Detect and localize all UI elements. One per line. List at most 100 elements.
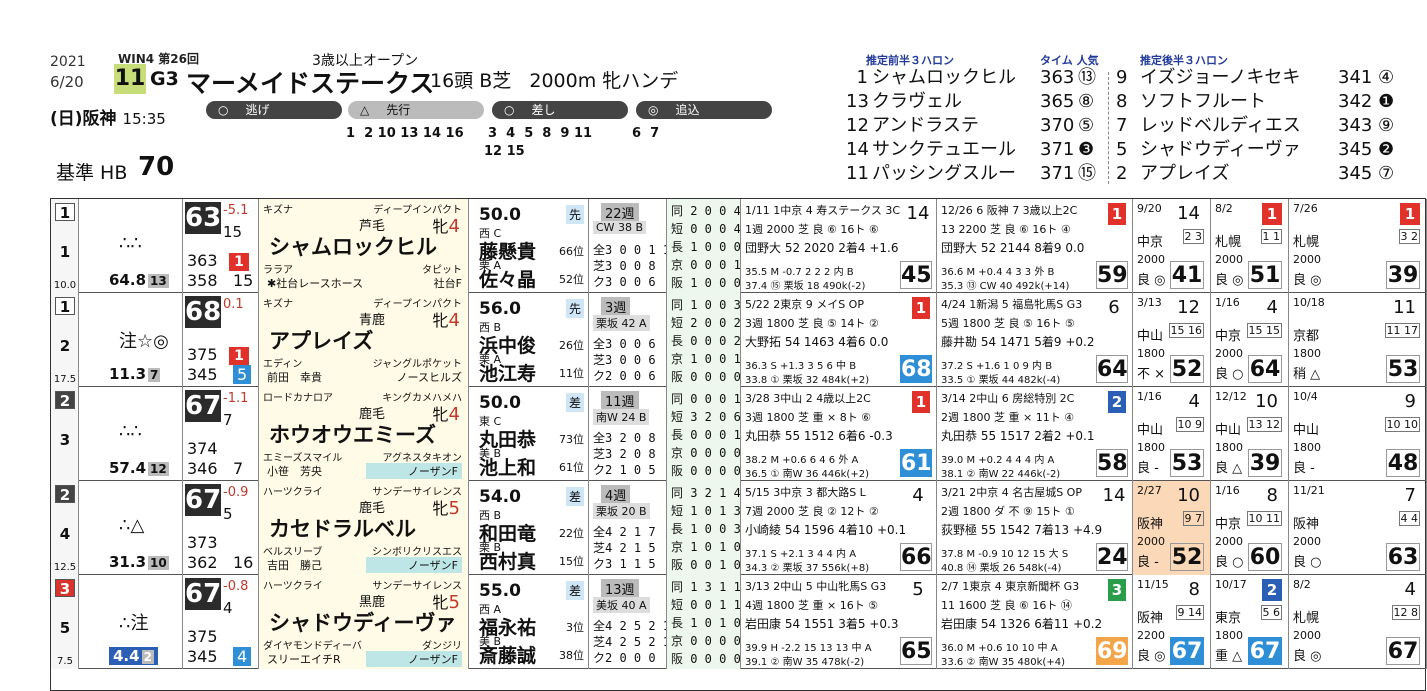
horse-name[interactable]: カセドラルベル <box>269 513 416 543</box>
older-race-place: 4 <box>1188 391 1200 412</box>
horse-cell[interactable]: ロードカナロア キングカメハメハ 鹿毛 牝4 ホウオウエミーズ エミーズスマイル アグネスタ… <box>259 387 469 481</box>
older-race-pos: 3 2 <box>1398 229 1420 244</box>
umaban: 2 <box>59 337 71 355</box>
older-race-venue: 中山 <box>1293 423 1320 438</box>
table-row[interactable]: 1 2 17.5 注☆◎ 11.3 7 68 0.1 375 1 345 5 キズナ ディープインパクト青… <box>51 293 1427 387</box>
past-race-split: 38.2 M +0.6 6 4 6 外 A <box>745 455 859 466</box>
horse-name[interactable]: シャムロックヒル <box>269 231 437 261</box>
older-race[interactable]: 9/20 14 中京 2 3 2000 良 ◎ 41 <box>1133 199 1211 293</box>
past-race[interactable]: 5/15 3中京 3 都大路S L 7週 2000 芝 良 ② 12ト ② 小崎綾 … <box>741 481 937 575</box>
older-race-place: 7 <box>1404 485 1416 506</box>
entry-table: 1 1 10.0 ∴∴ 64.8 13 63 -5.1 15 363 1 358 15 キズナ ディープイン… <box>50 198 1427 691</box>
older-race-venue: 阪神 <box>1137 611 1164 626</box>
past-race-split: 36.6 M +0.4 4 3 3 外 B <box>941 267 1055 278</box>
past-race-result: 荻野極 55 1542 7着13 +4.9 <box>941 523 1103 537</box>
older-race[interactable]: 1/16 4 中山 10 9 1800 良 - 53 <box>1133 387 1211 481</box>
older-race-date: 10/4 <box>1293 390 1318 403</box>
trainer-name[interactable]: 佐々晶 <box>479 265 536 292</box>
older-race[interactable]: 10/18 11 京都 11 17 1800 稍 △ 53 <box>1289 293 1427 387</box>
past-race[interactable]: 12/26 6 阪神 7 3歳以上2C 13 2200 芝 良 ⑥ 16ト ④ 団野… <box>937 199 1133 293</box>
horse-cell[interactable]: ハーツクライ サンデーサイレンス 黒鹿 牝5 シャドウディーヴァ ダイヤモンドディーバ ダン… <box>259 575 469 669</box>
horse-cell[interactable]: キズナ ディープインパクト 芦毛 牝4 シャムロックヒル ララア タピット ✱社台レースホース… <box>259 199 469 293</box>
past-race[interactable]: 4/24 1新潟 5 福島牝馬S G3 5週 1800 芝 良 ⑤ 16ト ⑤ 藤井… <box>937 293 1133 387</box>
older-race-date: 2/27 <box>1137 484 1162 497</box>
older-race-index: 51 <box>1248 261 1282 289</box>
past-race-title: 2/7 1東京 4 東京新聞杯 G3 <box>941 580 1080 593</box>
finish-position: 4 <box>912 485 924 506</box>
older-race[interactable]: 10/4 9 中山 10 10 1800 良 - 48 <box>1289 387 1427 481</box>
older-race[interactable]: 7/26 1 札幌 3 2 2000 良 ◎ 39 <box>1289 199 1427 293</box>
past-race-result: 藤井勘 54 1471 5着9 +0.2 <box>941 335 1095 349</box>
stat-line: 同 1 3 1 1 <box>671 580 741 594</box>
waku-cell: 1 1 10.0 <box>51 199 79 293</box>
past-race[interactable]: 3/14 2中山 6 房総特別 2C 2週 1800 芝 重 × 11ト ④ 丸田恭… <box>937 387 1133 481</box>
sex-age: 牝4 <box>433 401 460 425</box>
older-race-distance: 1800 <box>1293 347 1321 360</box>
older-race-cond: 不 × <box>1137 367 1166 382</box>
older-race-venue: 阪神 <box>1293 517 1320 532</box>
stat-line: 同 3 2 1 4 <box>671 486 741 500</box>
past-race[interactable]: 2/7 1東京 4 東京新聞杯 G3 11 1600 芝 良 ⑥ 16ト ⑭ 岩田康… <box>937 575 1133 669</box>
horse-cell[interactable]: キズナ ディープインパクト 青鹿 牝4 アプレイズ エディン ジャングルポケット 前田 幸貴ノ… <box>259 293 469 387</box>
pace-back-name: シャドウディーヴァ <box>1140 139 1301 160</box>
older-race[interactable]: 2/27 10 阪神 9 7 2000 良 - 52 <box>1133 481 1211 575</box>
older-race-venue: 札幌 <box>1293 611 1320 626</box>
table-row[interactable]: 3 5 7.5 ∴注 4.4 2 67 -0.8 4 375 345 4 ハーツクライ サンデーサイレンス… <box>51 575 1427 669</box>
older-race[interactable]: 12/12 10 中山 13 12 1800 良 △ 39 <box>1211 387 1289 481</box>
older-race-index: 52 <box>1170 355 1204 383</box>
waku-cell: 3 5 7.5 <box>51 575 79 669</box>
jockey-rank: 73位 <box>559 433 584 446</box>
speed-index: 67 <box>185 484 222 516</box>
table-row[interactable]: 2 4 12.5 ∴△ 31.3 10 67 -0.9 5 373 362 16 ハーツクライ サンデーサ… <box>51 481 1427 575</box>
older-race[interactable]: 8/2 4 札幌 12 8 2000 良 ◎ 67 <box>1289 575 1427 669</box>
finish-position: 1 <box>912 297 930 319</box>
older-race-cond: 良 ◎ <box>1137 273 1166 288</box>
past-race-meta: 3週 1800 芝 重 × 8ト ⑥ <box>745 411 872 424</box>
jockey-cell: 54.0 差西 B 和田竜 22位栗 B 西村真 15位 <box>469 481 589 575</box>
past-race[interactable]: 5/22 2東京 9 メイS OP 3週 1800 芝 良 ⑤ 14ト ② 大野拓 … <box>741 293 937 387</box>
horse-name[interactable]: アプレイズ <box>269 325 373 355</box>
table-row[interactable]: 2 3 ∴∴ 57.4 12 67 -1.1 7 374 346 7 ロードカナロア キングカメハメハ鹿… <box>51 387 1427 481</box>
past-race[interactable]: 3/13 2中山 5 中山牝馬S G3 4週 1800 芝 重 × 16ト ⑤ 岩田… <box>741 575 937 669</box>
record-class: ク3 0 0 6 <box>593 275 656 289</box>
horse-name[interactable]: シャドウディーヴァ <box>269 607 457 637</box>
carried-weight: 54.0 <box>479 487 521 507</box>
breeder: 社台F <box>433 277 462 290</box>
stat-line: 阪 0 0 0 0 <box>671 652 741 666</box>
older-race-index: 64 <box>1248 355 1282 383</box>
older-race[interactable]: 8/2 1 札幌 1 1 2000 良 ◎ 51 <box>1211 199 1289 293</box>
past-race[interactable]: 1/11 1中京 4 寿ステークス 3C 1週 2000 芝 良 ⑥ 16ト ⑥ 団… <box>741 199 937 293</box>
style-label-senko: 先行 <box>386 103 411 117</box>
older-race[interactable]: 3/13 12 中山 15 16 1800 不 × 52 <box>1133 293 1211 387</box>
table-row[interactable]: 1 1 10.0 ∴∴ 64.8 13 63 -5.1 15 363 1 358 15 キズナ ディープイン… <box>51 199 1427 293</box>
workout: 南W 24 B <box>593 409 650 425</box>
stat-line: 阪 1 0 0 0 <box>671 276 741 290</box>
record-class: ク2 0 0 6 <box>593 369 656 383</box>
older-race[interactable]: 1/16 8 中京 10 11 2000 良 ○ 60 <box>1211 481 1289 575</box>
race-year: 2021 <box>50 54 86 70</box>
past-race-weight: 33.5 ① 栗坂 44 482k(-4) <box>941 375 1061 386</box>
horse-cell[interactable]: ハーツクライ サンデーサイレンス 鹿毛 牝5 カセドラルベル ベルスリーブ シンボリクリスエ… <box>259 481 469 575</box>
pace-back-pop: ⑦ <box>1378 163 1395 184</box>
trainer-name[interactable]: 池上和 <box>479 453 536 480</box>
past-race[interactable]: 3/21 2中京 4 名古屋城S OP 2週 1800 ダ 不 ⑨ 15ト ① 荻野… <box>937 481 1133 575</box>
record-all: 全3 0 0 1 1 <box>593 243 667 257</box>
prediction-marks: ∴注 <box>119 613 149 634</box>
older-race[interactable]: 11/15 8 阪神 9 14 2200 良 ◎ 67 <box>1133 575 1211 669</box>
front-time: 375 <box>187 345 218 364</box>
trainer-name[interactable]: 斎藤誠 <box>479 641 536 668</box>
pace-back-no: 2 <box>1116 163 1128 184</box>
past-race-weight: 39.1 ② 南W 35 478k(-2) <box>745 657 865 668</box>
older-race[interactable]: 1/16 4 中京 15 15 2000 良 ○ 64 <box>1211 293 1289 387</box>
workout: 栗坂 20 B <box>593 503 650 519</box>
older-race-pos: 10 10 <box>1384 417 1420 432</box>
older-race[interactable]: 10/17 2 東京 5 6 1800 重 △ 67 <box>1211 575 1289 669</box>
older-race[interactable]: 11/21 7 阪神 4 4 2000 良 ○ 63 <box>1289 481 1427 575</box>
trainer-rank: 11位 <box>559 367 584 380</box>
weeks-off: 3週 <box>601 297 631 316</box>
horse-name[interactable]: ホウオウエミーズ <box>269 419 436 449</box>
trainer-name[interactable]: 池江寿 <box>479 359 536 386</box>
past-race[interactable]: 3/28 3中山 2 4歳以上2C 3週 1800 芝 重 × 8ト ⑥ 丸田恭 5… <box>741 387 937 481</box>
older-race-distance: 2000 <box>1215 347 1243 360</box>
trainer-name[interactable]: 西村真 <box>479 547 536 574</box>
